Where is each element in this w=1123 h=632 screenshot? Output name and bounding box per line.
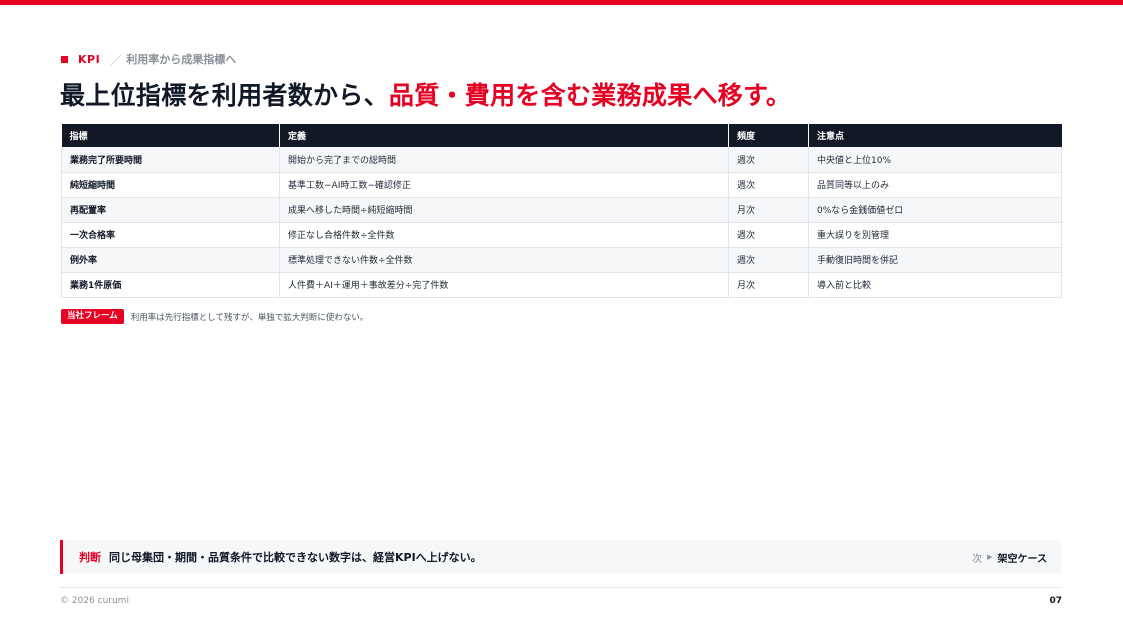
frequency-cell: 週次 [728,222,809,248]
section-kicker: KPI ／ 利用率から成果指標へ [61,52,237,67]
definition-cell: 修正なし合格件数÷全件数 [279,222,729,248]
definition-cell: 成果へ移した時間÷純短縮時間 [279,197,729,223]
framework-note: 当社フレーム 利用率は先行指標として残すが、単独で拡大判断に使わない。 [61,309,368,324]
caution-cell: 手動復旧時間を併記 [808,247,1062,273]
page-number: 07 [1049,596,1062,606]
play-arrow-icon: ▶ [987,553,993,561]
definition-cell: 標準処理できない件数÷全件数 [279,247,729,273]
column-header-caution: 注意点 [808,124,1062,147]
table-row: 業務1件原価 人件費＋AI＋運用＋事故差分÷完了件数 月次 導入前と比較 [61,272,1062,298]
caution-cell: 重大誤りを別管理 [808,222,1062,248]
definition-cell: 開始から完了までの総時間 [279,147,729,173]
footer-divider [60,587,1061,588]
next-target: 架空ケース [997,553,1048,565]
copyright: © 2026 curumi [60,596,129,606]
column-header-metric: 指標 [61,124,280,147]
next-label: 次 [972,553,983,565]
definition-cell: 人件費＋AI＋運用＋事故差分÷完了件数 [279,272,729,298]
caution-cell: 中央値と上位10% [808,147,1062,173]
metric-cell: 一次合格率 [61,222,280,248]
kicker-subtitle: 利用率から成果指標へ [126,53,237,66]
kpi-table: 指標 定義 頻度 注意点 業務完了所要時間 開始から完了までの総時間 週次 中央… [61,124,1062,298]
slide: KPI ／ 利用率から成果指標へ 最上位指標を利用者数から、品質・費用を含む業務… [0,0,1123,632]
kicker-separator: ／ [110,52,123,67]
table-row: 純短縮時間 基準工数−AI時工数−確認修正 週次 品質同等以上のみ [61,172,1062,198]
column-header-definition: 定義 [279,124,729,147]
frequency-cell: 月次 [728,272,809,298]
metric-cell: 例外率 [61,247,280,273]
kicker-square-icon [61,55,68,63]
framework-badge: 当社フレーム [61,309,124,324]
table-header-row: 指標 定義 頻度 注意点 [61,124,1062,147]
verdict-text: 同じ母集団・期間・品質条件で比較できない数字は、経営KPIへ上げない。 [109,551,482,564]
metric-cell: 業務1件原価 [61,272,280,298]
kicker-label: KPI [78,52,101,66]
table-row: 一次合格率 修正なし合格件数÷全件数 週次 重大誤りを別管理 [61,222,1062,248]
verdict-callout: 判断 同じ母集団・期間・品質条件で比較できない数字は、経営KPIへ上げない。 次… [60,540,1061,574]
verdict-label: 判断 [79,551,101,564]
title-accent: 品質・費用を含む業務成果へ移す。 [388,81,792,110]
next-section-link[interactable]: 次 ▶ 架空ケース [972,540,1047,574]
frequency-cell: 月次 [728,197,809,223]
caution-cell: 導入前と比較 [808,272,1062,298]
metric-cell: 業務完了所要時間 [61,147,280,173]
table-row: 再配置率 成果へ移した時間÷純短縮時間 月次 0%なら金銭価値ゼロ [61,197,1062,223]
framework-note-text: 利用率は先行指標として残すが、単独で拡大判断に使わない。 [130,312,369,323]
metric-cell: 再配置率 [61,197,280,223]
caution-cell: 品質同等以上のみ [808,172,1062,198]
table-row: 例外率 標準処理できない件数÷全件数 週次 手動復旧時間を併記 [61,247,1062,273]
caution-cell: 0%なら金銭価値ゼロ [808,197,1062,223]
frequency-cell: 週次 [728,172,809,198]
definition-cell: 基準工数−AI時工数−確認修正 [279,172,729,198]
top-accent-bar [0,0,1123,5]
frequency-cell: 週次 [728,247,809,273]
column-header-frequency: 頻度 [728,124,809,147]
title-plain: 最上位指標を利用者数から、 [60,81,389,110]
frequency-cell: 週次 [728,147,809,173]
metric-cell: 純短縮時間 [61,172,280,198]
page-title: 最上位指標を利用者数から、品質・費用を含む業務成果へ移す。 [60,76,791,112]
table-row: 業務完了所要時間 開始から完了までの総時間 週次 中央値と上位10% [61,147,1062,173]
